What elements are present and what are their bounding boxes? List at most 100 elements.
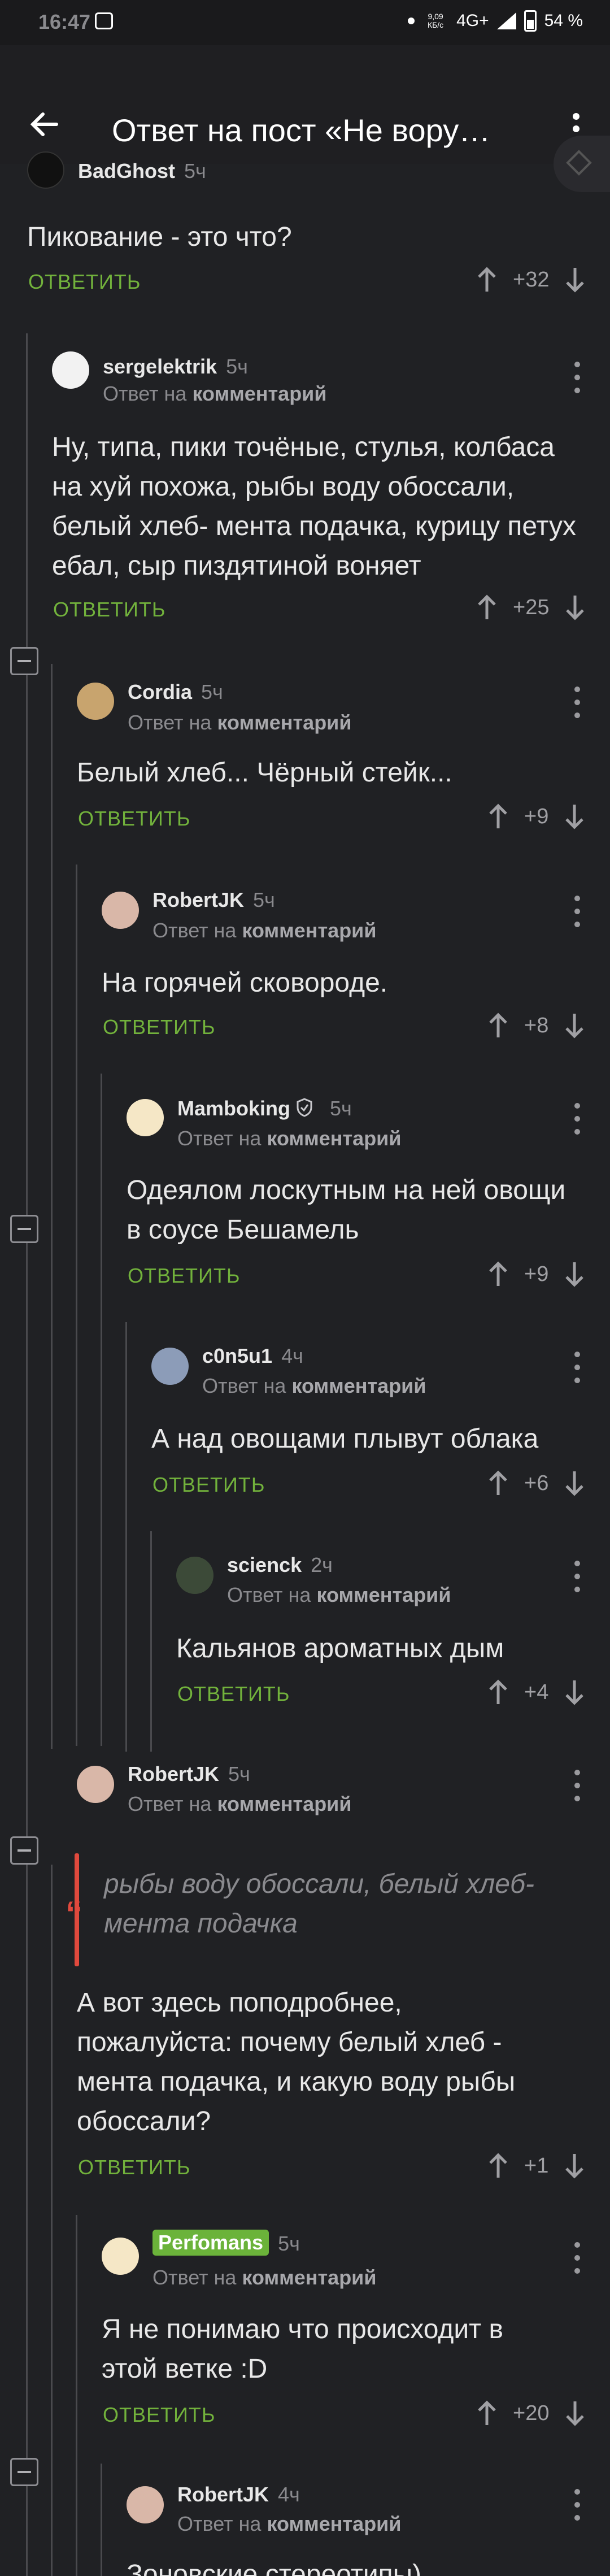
avatar[interactable] [52,351,89,389]
downvote-icon[interactable] [563,1260,586,1288]
vote-panel: +32 [476,266,586,294]
collapse-toggle[interactable] [10,647,38,675]
reply-button[interactable]: ОТВЕТИТЬ [78,807,191,831]
upvote-icon[interactable] [487,1469,509,1497]
signal-icon [496,12,516,29]
comment-menu-icon[interactable] [573,896,581,927]
comment-time: 4ч [278,2483,300,2506]
reply-to: Ответ на комментарий [202,1374,426,1397]
comment-menu-icon[interactable] [573,1561,581,1592]
upvote-icon[interactable] [476,2399,498,2427]
diamond-icon [566,150,592,176]
vote-count: +9 [524,804,549,828]
comment-menu-icon[interactable] [573,687,581,718]
downvote-icon[interactable] [563,2152,586,2180]
reply-to: Ответ на комментарий [177,1127,402,1150]
vote-count: +4 [524,1680,549,1704]
reply-button[interactable]: ОТВЕТИТЬ [128,1264,241,1288]
shield-icon [297,1098,312,1117]
downvote-icon[interactable] [563,1011,586,1040]
comment-text: На горячей сковороде. [102,968,388,998]
reply-button[interactable]: ОТВЕТИТЬ [28,270,141,294]
upvote-icon[interactable] [487,1011,509,1040]
thread-line [101,2464,102,2576]
comment-time: 5ч [184,159,206,183]
comment-author[interactable]: Perfomans [152,2230,269,2256]
avatar[interactable] [102,2238,139,2275]
comment-author[interactable]: scienck [227,1553,302,1577]
avatar[interactable] [77,683,114,720]
downvote-icon[interactable] [564,593,586,622]
vote-count: +6 [524,1471,549,1495]
reply-button[interactable]: ОТВЕТИТЬ [152,1473,265,1497]
upvote-icon[interactable] [487,1260,509,1288]
collapse-toggle[interactable] [10,2458,38,2486]
avatar[interactable] [127,1099,164,1136]
comment-time: 5ч [278,2232,300,2255]
comment-text: Ну, типа, пики точёные, стулья, колбаса … [52,432,577,581]
reply-to: Ответ на комментарий [128,711,352,734]
collapse-toggle[interactable] [10,1836,38,1865]
comment-text: Пикование - это что? [27,222,292,252]
upvote-icon[interactable] [476,266,498,294]
fab-mod-button[interactable] [554,136,610,192]
downvote-icon[interactable] [564,266,586,294]
net-speed: 9,09 КБ/с [427,12,444,29]
back-arrow-icon[interactable] [27,107,61,141]
comment-menu-icon[interactable] [573,362,581,393]
avatar[interactable] [77,1766,114,1803]
comment-menu-icon[interactable] [573,2489,581,2521]
upvote-icon[interactable] [487,2152,509,2180]
comment-author[interactable]: RobertJK [128,1762,219,1786]
reply-to: Ответ на комментарий [152,919,377,942]
collapse-toggle[interactable] [10,1215,38,1243]
comment-author[interactable]: sergelektrik [103,355,217,379]
reply-button[interactable]: ОТВЕТИТЬ [103,2403,216,2427]
reply-button[interactable]: ОТВЕТИТЬ [177,1682,290,1706]
comment-author[interactable]: RobertJK [177,2483,269,2507]
comment-time: 5ч [201,680,223,703]
downvote-icon[interactable] [563,1678,586,1706]
network-type: 4G+ [456,11,489,30]
comment-text: Белый хлеб... Чёрный стейк... [77,758,452,788]
vote-panel: +20 [476,2399,586,2427]
comment-menu-icon[interactable] [573,1352,581,1383]
comment-author[interactable]: c0n5u1 [202,1344,272,1368]
comment-text: Кальянов ароматных дым [176,1634,504,1663]
comment-menu-icon[interactable] [573,1770,581,1801]
upvote-icon[interactable] [487,1678,509,1706]
downvote-icon[interactable] [563,1469,586,1497]
vote-panel: +4 [487,1678,586,1706]
avatar[interactable] [176,1557,213,1594]
notification-dot-icon [408,18,415,24]
reply-button[interactable]: ОТВЕТИТЬ [103,1015,216,1039]
vote-count: +1 [524,2153,549,2178]
avatar[interactable] [127,2486,164,2523]
comment-time: 4ч [281,1344,303,1367]
comment-menu-icon[interactable] [573,2242,581,2274]
avatar[interactable] [151,1348,189,1385]
comment-author[interactable]: RobertJK [152,888,244,912]
avatar[interactable] [102,892,139,929]
thread-line [101,1074,102,1746]
comment-menu-icon[interactable] [573,1103,581,1135]
vote-count: +20 [513,2401,550,2425]
quoted-text: рыбы воду обоссали, белый хлеб- мента по… [104,1869,534,1939]
comment-header: BadGhost 5ч [27,151,206,197]
thread-line [51,664,53,1749]
avatar[interactable] [27,151,64,189]
gallery-notification-icon [95,12,113,29]
downvote-icon[interactable] [564,2399,586,2427]
reply-to: Ответ на комментарий [128,1792,352,1815]
reply-to: Ответ на комментарий [177,2512,402,2535]
reply-button[interactable]: ОТВЕТИТЬ [78,2156,191,2179]
comment-author[interactable]: Mamboking [177,1097,290,1120]
comment-author[interactable]: Cordia [128,680,192,704]
upvote-icon[interactable] [476,593,498,622]
comment-author[interactable]: BadGhost [78,159,175,183]
vote-count: +9 [524,1262,549,1286]
reply-button[interactable]: ОТВЕТИТЬ [53,598,166,622]
upvote-icon[interactable] [487,802,509,831]
downvote-icon[interactable] [563,802,586,831]
thread-line [125,1322,127,1752]
